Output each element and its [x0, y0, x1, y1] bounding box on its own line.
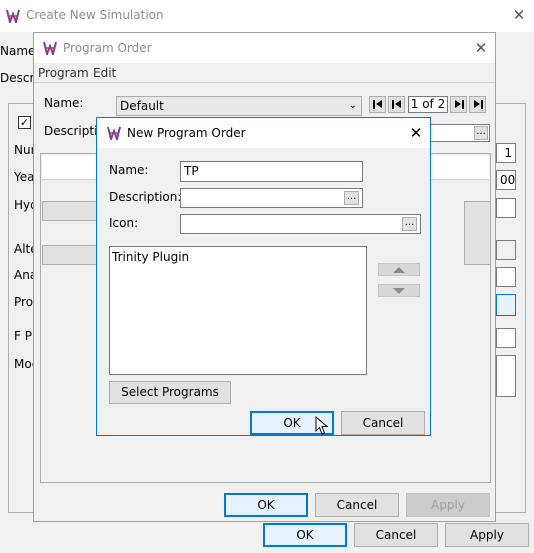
outer-program-button[interactable]: [496, 294, 516, 316]
new-program-order-dialog: New Program Order ✕ Name: TP Description…: [96, 117, 431, 436]
outer-number-value: 1: [504, 146, 512, 160]
move-up-button[interactable]: [378, 263, 420, 276]
outer-year-field[interactable]: 00: [496, 170, 516, 190]
program-order-logo-icon: [43, 41, 57, 55]
new-name-input[interactable]: TP: [180, 161, 363, 182]
move-down-button[interactable]: [378, 284, 420, 297]
new-program-order-logo-icon: [107, 126, 121, 140]
outer-apply-button[interactable]: Apply: [445, 523, 529, 547]
arrow-down-icon: [393, 288, 405, 294]
page-indicator: 1 of 2: [408, 96, 448, 113]
last-page-icon: [474, 100, 480, 108]
program-order-menubar: Program Edit: [34, 63, 495, 83]
menu-program[interactable]: Program: [38, 66, 89, 80]
list-item[interactable]: Trinity Plugin: [112, 250, 189, 264]
new-description-browse-button[interactable]: ...: [344, 191, 359, 205]
outer-titlebar: Create New Simulation ✕: [0, 0, 534, 32]
outer-analysis-dropdown[interactable]: [496, 267, 516, 287]
first-page-icon: [373, 100, 375, 109]
outer-model-area[interactable]: [496, 355, 516, 397]
outer-checkbox[interactable]: ✓: [18, 116, 31, 129]
outer-fpart-field[interactable]: [496, 328, 516, 348]
new-icon-browse-button[interactable]: ...: [402, 217, 417, 231]
mouse-cursor-icon: [315, 416, 329, 435]
program-order-description-browse-button[interactable]: ...: [474, 126, 488, 140]
new-cancel-button[interactable]: Cancel: [341, 411, 425, 435]
new-description-label: Description:: [109, 190, 182, 204]
program-order-titlebar: Program Order ✕: [34, 33, 495, 63]
outer-year-value: 00: [500, 173, 516, 187]
chevron-down-icon: ⌄: [348, 100, 357, 111]
prev-page-icon: [392, 100, 394, 109]
program-order-name-value: Default: [120, 99, 164, 113]
outer-label-fpart: F P: [14, 329, 32, 343]
next-page-icon: [455, 100, 461, 108]
program-order-name-dropdown[interactable]: Default ⌄: [116, 96, 362, 116]
program-order-close-icon[interactable]: ✕: [472, 39, 490, 57]
outer-alternative-dropdown[interactable]: [496, 240, 516, 260]
menu-edit[interactable]: Edit: [93, 66, 116, 80]
prev-page-button[interactable]: [388, 96, 405, 113]
app-logo-icon: [6, 9, 20, 23]
first-page-button[interactable]: [369, 96, 386, 113]
outer-close-icon[interactable]: ✕: [510, 6, 528, 24]
outer-hydro-dropdown[interactable]: [496, 198, 516, 218]
outer-label-year: Yea: [14, 170, 35, 184]
last-page-button[interactable]: [469, 96, 486, 113]
program-order-cancel-button[interactable]: Cancel: [315, 493, 399, 517]
program-order-list-row-2[interactable]: [42, 201, 102, 221]
arrow-up-icon: [393, 267, 405, 273]
new-description-input[interactable]: [180, 188, 363, 208]
program-order-list-row-3[interactable]: [42, 245, 102, 265]
new-icon-input[interactable]: [180, 214, 421, 234]
outer-label-program: Pro: [14, 295, 34, 309]
next-page-button[interactable]: [450, 96, 467, 113]
outer-label-name: Name: [0, 44, 36, 58]
new-name-value: TP: [184, 164, 199, 178]
program-order-ok-button[interactable]: OK: [224, 493, 308, 517]
new-name-label: Name:: [109, 163, 149, 177]
select-programs-button[interactable]: Select Programs: [109, 381, 231, 404]
new-program-list[interactable]: Trinity Plugin: [109, 246, 367, 375]
new-icon-label: Icon:: [109, 216, 139, 230]
program-order-apply-button[interactable]: Apply: [406, 493, 490, 517]
new-program-order-title: New Program Order: [127, 126, 246, 140]
program-order-name-label: Name:: [44, 96, 84, 110]
outer-window-title: Create New Simulation: [26, 8, 164, 22]
outer-ok-button[interactable]: OK: [263, 523, 347, 547]
program-order-title: Program Order: [63, 41, 152, 55]
new-program-order-close-icon[interactable]: ✕: [407, 124, 425, 142]
outer-label-description: Descr: [0, 71, 35, 85]
new-program-order-titlebar: New Program Order ✕: [97, 118, 430, 148]
outer-cancel-button[interactable]: Cancel: [354, 523, 438, 547]
outer-number-field[interactable]: 1: [496, 143, 516, 163]
program-order-list-right-panel: [464, 201, 491, 265]
